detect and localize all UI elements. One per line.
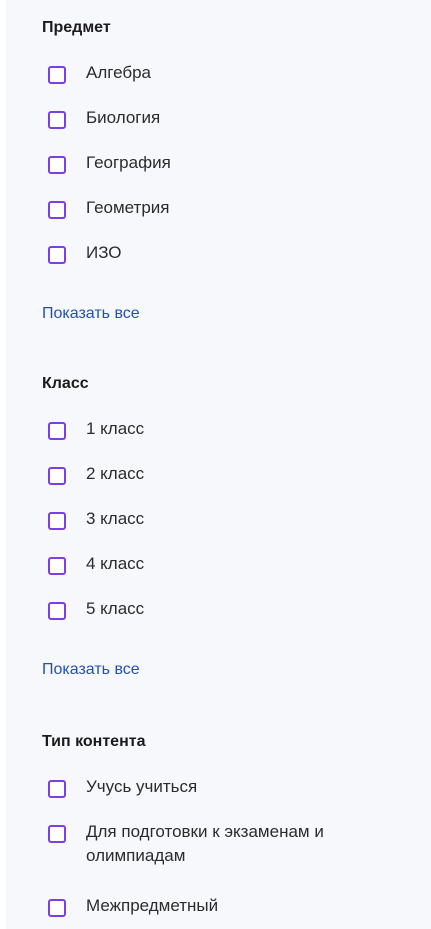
checkbox-icon[interactable]: [48, 825, 66, 843]
content-type-option-label: Для подготовки к экзаменам и олимпиадам: [86, 822, 324, 865]
grade-option-5[interactable]: 5 класс: [42, 599, 145, 621]
checkbox-icon[interactable]: [48, 467, 66, 485]
subject-option-label: Алгебра: [86, 63, 151, 82]
content-type-filter-section: Тип контента Учусь учиться Для подготовк…: [42, 732, 422, 917]
grade-filter-title: Класс: [42, 375, 89, 392]
subject-option-geography[interactable]: География: [42, 153, 171, 175]
grade-option-label: 3 класс: [86, 509, 145, 528]
grade-show-all-link[interactable]: Показать все: [42, 660, 140, 680]
checkbox-icon[interactable]: [48, 111, 66, 129]
subject-option-label: ИЗО: [86, 243, 122, 262]
grade-option-2[interactable]: 2 класс: [42, 464, 145, 486]
checkbox-icon[interactable]: [48, 780, 66, 798]
checkbox-icon[interactable]: [48, 557, 66, 575]
checkbox-icon[interactable]: [48, 201, 66, 219]
subject-filter-section: Предмет Алгебра Биология География Геоме…: [42, 18, 422, 322]
content-type-option-learn-to-learn[interactable]: Учусь учиться: [42, 777, 198, 799]
subject-option-algebra[interactable]: Алгебра: [42, 63, 151, 85]
checkbox-icon[interactable]: [48, 602, 66, 620]
subject-option-label: Биология: [86, 108, 161, 127]
grade-option-label: 5 класс: [86, 599, 145, 618]
grade-option-1[interactable]: 1 класс: [42, 419, 145, 441]
grade-option-label: 4 класс: [86, 554, 145, 573]
subject-option-biology[interactable]: Биология: [42, 108, 161, 130]
subject-filter-title: Предмет: [42, 19, 111, 36]
subject-option-label: География: [86, 153, 171, 172]
checkbox-icon[interactable]: [48, 422, 66, 440]
checkbox-icon[interactable]: [48, 66, 66, 84]
content-type-option-label: Учусь учиться: [86, 777, 198, 796]
subject-option-geometry[interactable]: Геометрия: [42, 198, 170, 220]
subject-show-all-link[interactable]: Показать все: [42, 304, 140, 324]
grade-option-label: 1 класс: [86, 419, 145, 438]
grade-filter-section: Класс 1 класс 2 класс 3 класс 4 класс 5 …: [42, 374, 422, 678]
subject-option-art[interactable]: ИЗО: [42, 243, 122, 265]
grade-option-3[interactable]: 3 класс: [42, 509, 145, 531]
checkbox-icon[interactable]: [48, 899, 66, 917]
grade-option-4[interactable]: 4 класс: [42, 554, 145, 576]
content-type-option-label: Межпредметный: [86, 896, 219, 915]
checkbox-icon[interactable]: [48, 246, 66, 264]
grade-option-label: 2 класс: [86, 464, 145, 483]
content-type-option-interdisciplinary[interactable]: Межпредметный: [42, 896, 219, 918]
filters-panel: Предмет Алгебра Биология География Геоме…: [6, 0, 431, 929]
content-type-option-exam-prep[interactable]: Для подготовки к экзаменам и олимпиадам: [42, 822, 382, 868]
content-type-filter-title: Тип контента: [42, 733, 146, 750]
checkbox-icon[interactable]: [48, 156, 66, 174]
subject-option-label: Геометрия: [86, 198, 170, 217]
checkbox-icon[interactable]: [48, 512, 66, 530]
